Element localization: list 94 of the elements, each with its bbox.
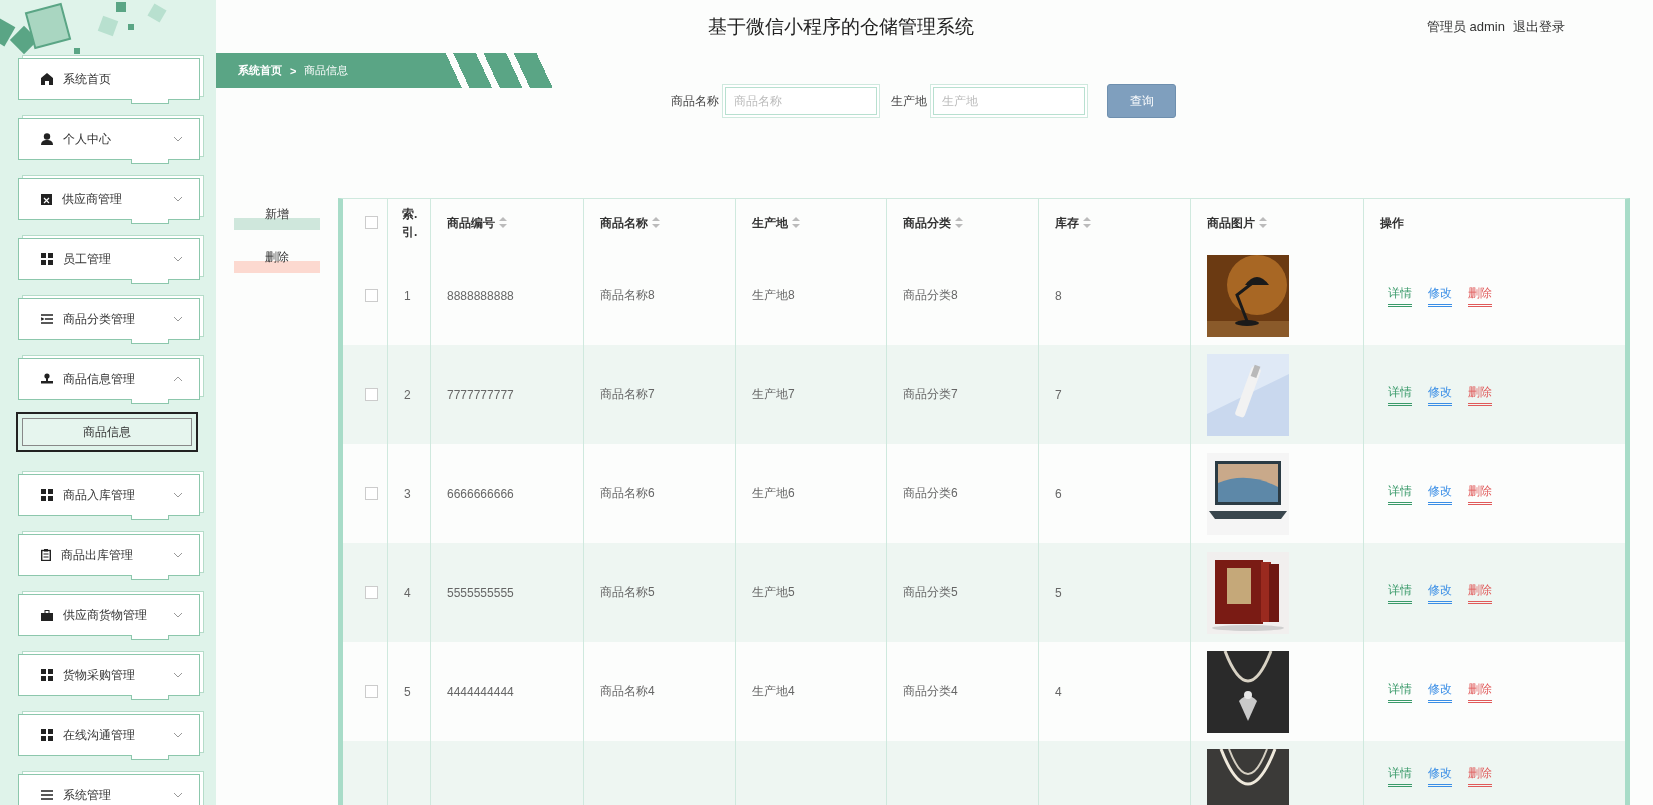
- row-action-link[interactable]: 详情: [1388, 581, 1412, 604]
- table-cell: 5: [1055, 585, 1062, 600]
- table-cell: 商品名称4: [600, 683, 655, 700]
- user-icon: [41, 133, 53, 145]
- checkbox[interactable]: [365, 289, 378, 302]
- table-cell: 6: [1055, 486, 1062, 501]
- row-action-link[interactable]: 详情: [1388, 680, 1412, 703]
- table-cell: 商品分类8: [903, 287, 958, 304]
- clipboard-icon: [41, 193, 52, 205]
- table-cell: 2: [404, 387, 411, 402]
- breadcrumb-separator: >: [290, 64, 297, 77]
- grid-icon: [41, 489, 53, 501]
- table-cell: 7: [1055, 387, 1062, 402]
- table-cell: 商品分类4: [903, 683, 958, 700]
- table-cell: 8888888888: [447, 288, 514, 303]
- grid-icon: [41, 253, 53, 265]
- table-cell: 3: [404, 486, 411, 501]
- sort-icon[interactable]: [499, 217, 507, 228]
- row-action-link[interactable]: 修改: [1428, 680, 1452, 703]
- grid-icon: [41, 729, 53, 741]
- table-cell: 6666666666: [447, 486, 514, 501]
- row-action-link[interactable]: 修改: [1428, 383, 1452, 406]
- table-cell: 4: [404, 585, 411, 600]
- table-cell: 5555555555: [447, 585, 514, 600]
- column-header: 商品名称: [600, 214, 648, 232]
- table-cell: 生产地8: [752, 287, 795, 304]
- checkbox[interactable]: [365, 487, 378, 500]
- table-cell: 商品分类7: [903, 386, 958, 403]
- column-header: 商品编号: [447, 214, 495, 232]
- column-header: 生产地: [752, 214, 788, 232]
- table-cell: 商品名称7: [600, 386, 655, 403]
- table-cell: 生产地4: [752, 683, 795, 700]
- page-title: 基于微信小程序的仓储管理系统: [707, 14, 976, 39]
- table-cell: 4444444444: [447, 684, 514, 699]
- breadcrumb-link[interactable]: 系统首页: [238, 63, 282, 78]
- table-cell: 7777777777: [447, 387, 514, 402]
- column-header: 索.引.: [402, 205, 419, 241]
- sort-icon[interactable]: [1083, 217, 1091, 228]
- column-header: 商品图片: [1207, 214, 1255, 232]
- column-header: 商品分类: [903, 214, 951, 232]
- table-cell: 4: [1055, 684, 1062, 699]
- search-field[interactable]: 商品名称: [725, 87, 877, 115]
- row-action-link[interactable]: 详情: [1388, 765, 1412, 787]
- table-cell: 生产地7: [752, 386, 795, 403]
- checkbox[interactable]: [365, 388, 378, 401]
- table-cell: 生产地6: [752, 485, 795, 502]
- stamp-icon: [41, 373, 53, 385]
- field-label: 商品名称: [671, 92, 719, 110]
- row-action-link[interactable]: 删除: [1468, 765, 1492, 787]
- briefcase-icon: [41, 609, 53, 621]
- sort-icon[interactable]: [792, 217, 800, 228]
- row-action-link[interactable]: 删除: [1468, 383, 1492, 406]
- logout-link[interactable]: 退出登录: [1513, 17, 1565, 36]
- home-icon: [41, 73, 53, 85]
- breadcrumb-link[interactable]: 商品信息: [304, 63, 349, 78]
- user-name: 管理员 admin: [1426, 17, 1505, 36]
- sort-icon[interactable]: [955, 217, 963, 228]
- row-action-link[interactable]: 删除: [1468, 482, 1492, 505]
- row-action-link[interactable]: 删除: [1468, 680, 1492, 703]
- add-button[interactable]: 新增: [234, 206, 320, 230]
- column-header: 库存: [1055, 214, 1079, 232]
- row-action-link[interactable]: 详情: [1388, 284, 1412, 307]
- search-field[interactable]: 生产地: [933, 87, 1085, 115]
- list-icon: [41, 790, 53, 800]
- table-cell: 8: [1055, 288, 1062, 303]
- list-icon: [41, 314, 53, 324]
- sort-icon[interactable]: [1259, 217, 1267, 228]
- row-action-link[interactable]: 详情: [1388, 482, 1412, 505]
- sort-icon[interactable]: [652, 217, 660, 228]
- delete-button[interactable]: 删除: [234, 249, 320, 273]
- table-cell: 商品名称5: [600, 584, 655, 601]
- checkbox[interactable]: [365, 216, 378, 229]
- clipboard-icon: [41, 549, 51, 561]
- table-cell: 商品分类5: [903, 584, 958, 601]
- row-action-link[interactable]: 删除: [1468, 284, 1492, 307]
- table-cell: 生产地5: [752, 584, 795, 601]
- table-cell: 1: [404, 288, 411, 303]
- query-button[interactable]: 查询: [1107, 84, 1176, 118]
- row-action-link[interactable]: 修改: [1428, 284, 1452, 307]
- sidebar-subitem[interactable]: 商品信息: [16, 412, 198, 452]
- table-cell: 商品名称8: [600, 287, 655, 304]
- row-action-link[interactable]: 修改: [1428, 765, 1452, 787]
- row-action-link[interactable]: 修改: [1428, 581, 1452, 604]
- table-cell: 商品分类6: [903, 485, 958, 502]
- row-action-link[interactable]: 删除: [1468, 581, 1492, 604]
- checkbox[interactable]: [365, 685, 378, 698]
- grid-icon: [41, 669, 53, 681]
- column-header: 操作: [1380, 214, 1404, 232]
- table-cell: 5: [404, 684, 411, 699]
- table-cell: 商品名称6: [600, 485, 655, 502]
- checkbox[interactable]: [365, 586, 378, 599]
- field-label: 生产地: [891, 92, 927, 110]
- row-action-link[interactable]: 修改: [1428, 482, 1452, 505]
- row-action-link[interactable]: 详情: [1388, 383, 1412, 406]
